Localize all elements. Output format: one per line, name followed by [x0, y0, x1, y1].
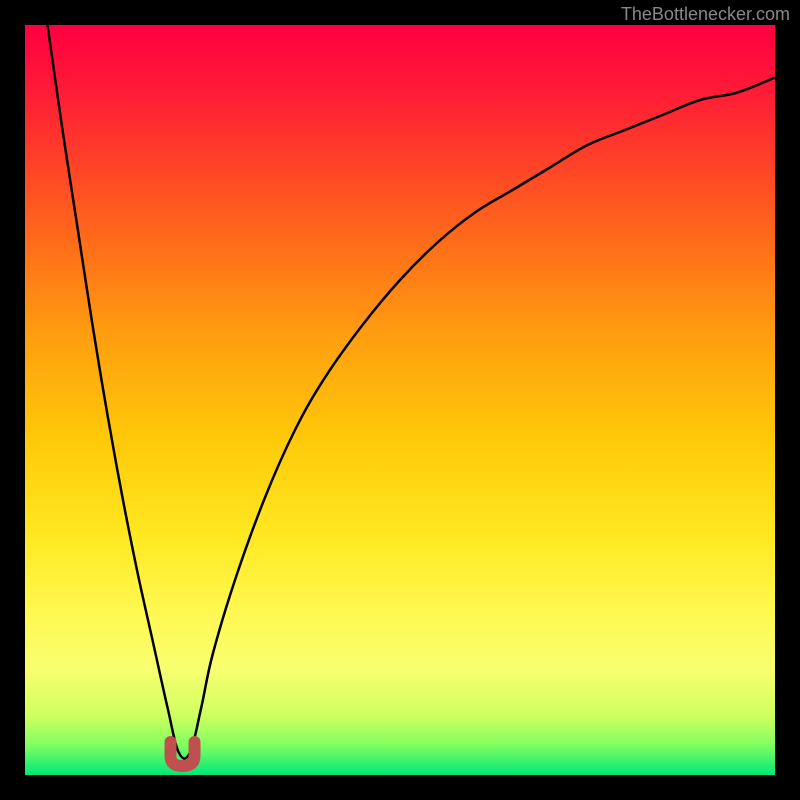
bottleneck-chart: [25, 25, 775, 775]
chart-frame: [25, 25, 775, 775]
watermark-text: TheBottlenecker.com: [621, 4, 790, 25]
gradient-background: [25, 25, 775, 775]
